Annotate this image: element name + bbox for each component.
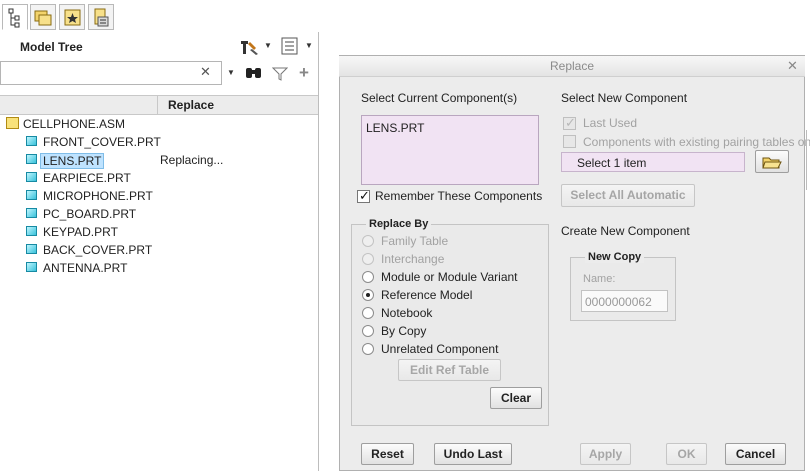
tree-item-label[interactable]: CELLPHONE.ASM	[23, 117, 125, 131]
apply-button[interactable]: Apply	[580, 443, 631, 465]
radio-label: Module or Module Variant	[381, 270, 518, 284]
last-used-checkbox[interactable]: ✓	[563, 115, 576, 130]
tree-row[interactable]: KEYPAD.PRT	[0, 223, 318, 241]
search-dropdown-icon[interactable]: ▼	[227, 68, 235, 77]
tree-settings-icon[interactable]	[238, 38, 262, 56]
part-icon	[26, 262, 37, 272]
radio-replace-by[interactable]	[362, 343, 374, 355]
radio-replace-by[interactable]	[362, 289, 374, 301]
tree-row[interactable]: PC_BOARD.PRT	[0, 205, 318, 223]
edit-ref-table-button[interactable]: Edit Ref Table	[398, 359, 501, 381]
tab-model-tree[interactable]	[2, 4, 28, 30]
tab-history[interactable]	[88, 4, 114, 30]
radio-dot	[366, 293, 370, 297]
part-icon	[26, 208, 37, 218]
tree-item-label[interactable]: ANTENNA.PRT	[43, 261, 127, 275]
model-tree-icon	[8, 8, 20, 28]
add-column-icon[interactable]: +	[299, 63, 309, 83]
open-file-button[interactable]	[755, 150, 789, 173]
name-input[interactable]: 0000000062	[581, 290, 668, 312]
select-new-label: Select New Component	[561, 91, 688, 105]
tree-row[interactable]: BACK_COVER.PRT	[0, 241, 318, 259]
tab-favorites[interactable]	[59, 4, 85, 30]
show-filters-icon[interactable]	[280, 36, 300, 56]
assembly-icon	[6, 117, 19, 129]
column-header-replace: Replace	[168, 98, 215, 112]
tree-row[interactable]: CELLPHONE.ASM	[0, 115, 318, 133]
radio-replace-by[interactable]	[362, 271, 374, 283]
dialog-title: Replace	[339, 56, 805, 77]
tab-folder-browser[interactable]	[30, 4, 56, 30]
select-current-label: Select Current Component(s)	[361, 91, 518, 105]
tree-item-label[interactable]: BACK_COVER.PRT	[43, 243, 152, 257]
tree-settings-dropdown-icon[interactable]: ▼	[264, 41, 272, 50]
tree-item-label[interactable]: LENS.PRT	[40, 153, 105, 169]
part-icon	[26, 154, 37, 164]
pairing-label: Components with existing pairing tables …	[583, 135, 810, 149]
history-icon	[94, 8, 109, 27]
tree-row[interactable]: ANTENNA.PRT	[0, 259, 318, 277]
cancel-button[interactable]: Cancel	[725, 443, 786, 465]
tree-search-input[interactable]	[0, 61, 222, 85]
tree-row[interactable]: LENS.PRT Replacing...	[0, 151, 318, 169]
clear-button[interactable]: Clear	[490, 387, 542, 409]
part-icon	[26, 172, 37, 182]
radio-replace-by[interactable]	[362, 253, 374, 265]
tree-item-label[interactable]: FRONT_COVER.PRT	[43, 135, 161, 149]
close-icon[interactable]: ✕	[787, 58, 798, 74]
name-label: Name:	[583, 273, 616, 285]
tree-item-status: Replacing...	[160, 153, 224, 167]
find-binoculars-icon[interactable]	[244, 65, 264, 81]
select-all-automatic-button[interactable]: Select All Automatic	[561, 184, 695, 207]
tree-row[interactable]: EARPIECE.PRT	[0, 169, 318, 187]
checkmark-icon: ✓	[359, 188, 370, 203]
filter-icon[interactable]	[272, 66, 288, 82]
replace-by-title: Replace By	[366, 218, 432, 230]
tree-row[interactable]: MICROPHONE.PRT	[0, 187, 318, 205]
part-icon	[26, 136, 37, 146]
new-component-selector[interactable]: Select 1 item	[561, 152, 745, 172]
tree-item-label[interactable]: PC_BOARD.PRT	[43, 207, 136, 221]
radio-replace-by[interactable]	[362, 307, 374, 319]
tree-column-header	[0, 95, 318, 115]
tree-item-label[interactable]: MICROPHONE.PRT	[43, 189, 153, 203]
radio-label: Unrelated Component	[381, 342, 499, 356]
tree-item-label[interactable]: KEYPAD.PRT	[43, 225, 118, 239]
remember-label: Remember These Components	[375, 189, 543, 203]
favorites-icon	[64, 9, 81, 26]
column-separator[interactable]	[157, 95, 158, 115]
radio-label: Notebook	[381, 306, 433, 320]
model-tree-title: Model Tree	[20, 40, 83, 54]
part-icon	[26, 244, 37, 254]
part-icon	[26, 190, 37, 200]
part-icon	[26, 226, 37, 236]
folder-icon	[34, 10, 52, 26]
create-new-label: Create New Component	[561, 224, 690, 238]
checkmark-icon: ✓	[565, 115, 576, 130]
ok-button[interactable]: OK	[666, 443, 707, 465]
radio-replace-by[interactable]	[362, 235, 374, 247]
tree-item-label[interactable]: EARPIECE.PRT	[43, 171, 131, 185]
new-copy-title: New Copy	[585, 251, 645, 263]
open-folder-icon	[762, 157, 782, 169]
radio-replace-by[interactable]	[362, 325, 374, 337]
remember-checkbox[interactable]: ✓	[357, 188, 370, 203]
radio-label: By Copy	[381, 324, 427, 338]
current-components-list[interactable]: LENS.PRT	[361, 115, 539, 185]
show-dropdown-icon[interactable]: ▼	[305, 41, 313, 50]
radio-label: Family Table	[381, 234, 449, 248]
name-value: 0000000062	[585, 295, 652, 309]
selector-placeholder: Select 1 item	[577, 156, 647, 170]
radio-label: Interchange	[381, 252, 445, 266]
reset-button[interactable]: Reset	[361, 443, 414, 465]
scrollbar[interactable]	[806, 130, 810, 190]
undo-last-button[interactable]: Undo Last	[434, 443, 512, 465]
clear-search-icon[interactable]: ✕	[200, 64, 211, 80]
tree-row[interactable]: FRONT_COVER.PRT	[0, 133, 318, 151]
pairing-checkbox[interactable]	[563, 135, 576, 148]
last-used-label: Last Used	[583, 116, 638, 130]
radio-label: Reference Model	[381, 288, 473, 302]
list-item[interactable]: LENS.PRT	[366, 121, 424, 135]
